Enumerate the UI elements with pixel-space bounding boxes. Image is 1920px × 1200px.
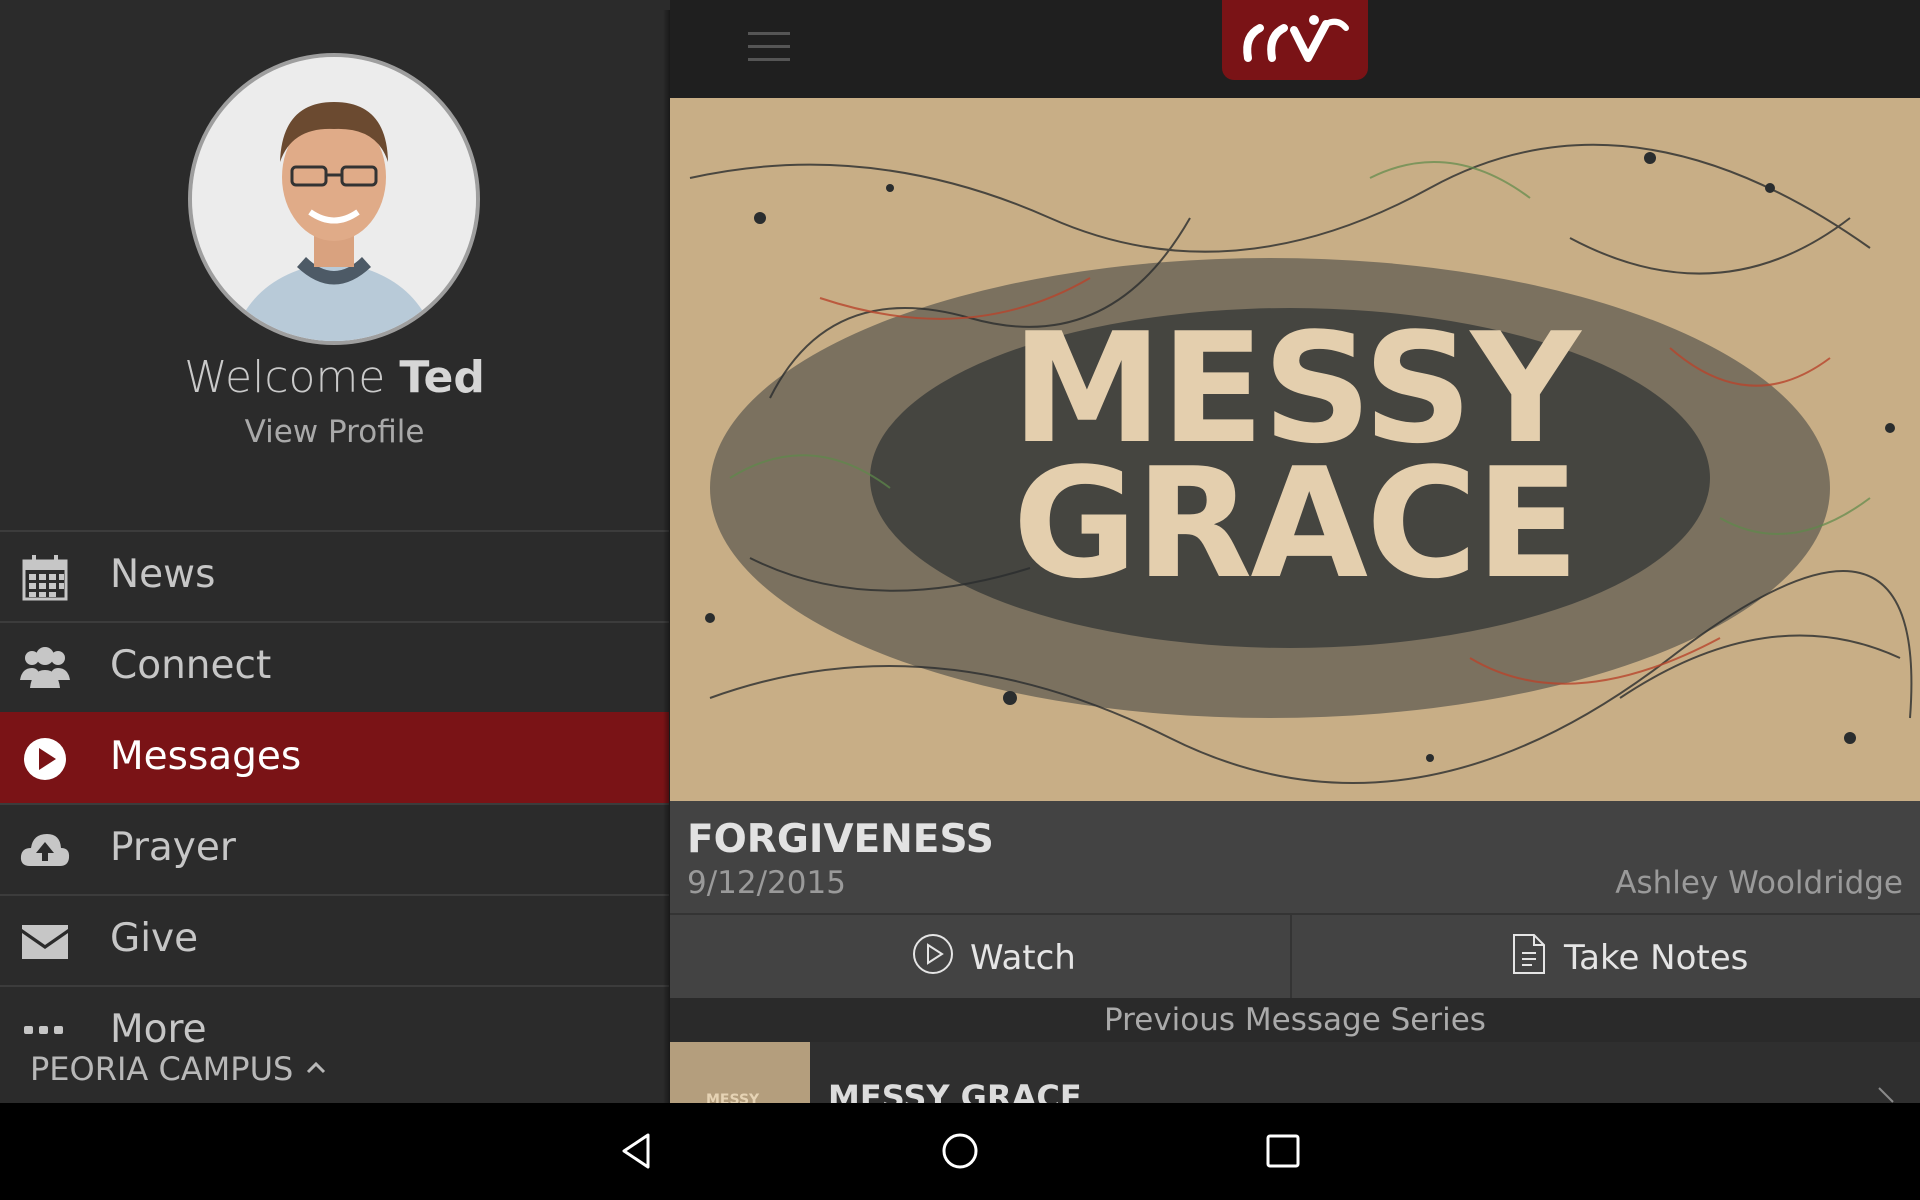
menu-item-news[interactable]: News [0, 530, 669, 621]
welcome-prefix: Welcome [184, 352, 386, 403]
series-list-item[interactable]: MESSY MESSY GRACE [670, 1042, 1920, 1103]
message-title: FORGIVENESS [687, 817, 994, 862]
app-bar [670, 0, 1920, 98]
message-speaker: Ashley Wooldridge [1615, 865, 1903, 901]
home-icon[interactable] [938, 1129, 982, 1173]
chevron-up-icon[interactable] [305, 1060, 327, 1076]
avatar[interactable] [188, 53, 480, 345]
menu-label-messages: Messages [110, 734, 302, 779]
message-info: FORGIVENESS 9/12/2015 Ashley Wooldridge [670, 801, 1920, 913]
menu-label-give: Give [110, 916, 199, 961]
banner-title-line2: GRACE [1012, 435, 1580, 612]
campus-selector[interactable]: PEORIA CAMPUS [30, 1050, 293, 1088]
menu-label-news: News [110, 552, 216, 597]
menu-item-prayer[interactable]: Prayer [0, 803, 669, 894]
watch-button[interactable]: Watch [670, 915, 1292, 1000]
cloud-upload-icon [20, 834, 70, 866]
recents-icon[interactable] [1261, 1129, 1305, 1173]
menu-label-connect: Connect [110, 643, 272, 688]
menu-label-more: More [110, 1007, 207, 1052]
system-navigation-bar [0, 1103, 1920, 1200]
series-thumbnail: MESSY [670, 1042, 810, 1103]
menu-item-messages[interactable]: Messages [0, 712, 669, 803]
take-notes-label: Take Notes [1564, 938, 1749, 978]
hamburger-icon[interactable] [748, 32, 790, 62]
envelope-icon [22, 925, 68, 959]
profile-photo [192, 57, 476, 341]
menu-item-give[interactable]: Give [0, 894, 669, 985]
document-icon [1513, 934, 1545, 974]
previous-series-header: Previous Message Series [670, 998, 1920, 1042]
menu-item-connect[interactable]: Connect [0, 621, 669, 712]
series-banner[interactable]: MESSY GRACE [670, 98, 1920, 801]
drawer-menu: News Connect Messages Prayer Give More [0, 530, 669, 1076]
ccv-logo-mark [1243, 15, 1349, 62]
more-dots-icon [24, 1026, 63, 1034]
chevron-right-icon [1878, 1087, 1894, 1103]
message-actions: Watch Take Notes [670, 913, 1920, 1000]
people-icon [20, 647, 70, 688]
menu-label-prayer: Prayer [110, 825, 236, 870]
play-circle-icon [24, 738, 66, 780]
user-name: Ted [399, 352, 485, 403]
ccv-logo [1222, 0, 1368, 80]
welcome-message: Welcome Ted [0, 352, 669, 403]
series-thumb-text: MESSY [706, 1092, 760, 1103]
calendar-icon [22, 555, 68, 601]
message-date: 9/12/2015 [687, 865, 846, 901]
back-icon[interactable] [614, 1129, 658, 1173]
main-content: MESSY GRACE FORGIVENESS 9/12/2015 Ashley… [670, 0, 1920, 1103]
play-outline-icon [913, 934, 953, 974]
take-notes-button[interactable]: Take Notes [1292, 915, 1920, 1000]
view-profile-link[interactable]: View Profile [0, 414, 669, 450]
series-title: MESSY GRACE [828, 1078, 1082, 1103]
navigation-drawer: Welcome Ted View Profile News Connect Me… [0, 0, 669, 1103]
watch-label: Watch [970, 938, 1076, 978]
